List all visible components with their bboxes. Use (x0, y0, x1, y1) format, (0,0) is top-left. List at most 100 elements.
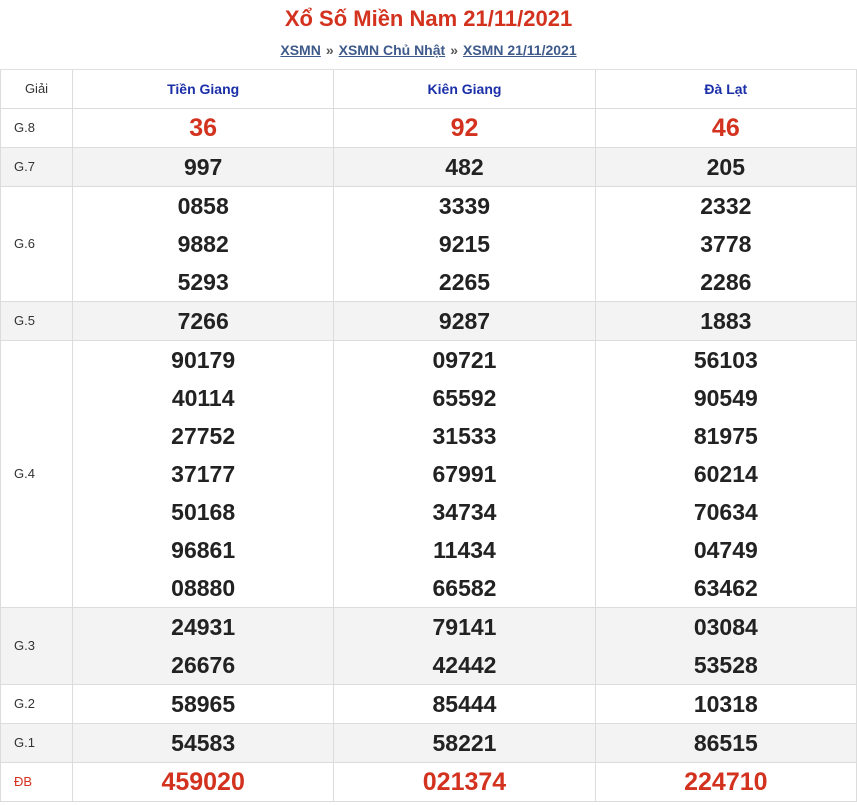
prize-number: 27752 (171, 422, 236, 449)
special-prize-number: 459020 (161, 767, 245, 796)
prize-number: 11434 (433, 536, 496, 563)
prize-number: 46 (711, 113, 740, 142)
prize-label: ĐB (0, 761, 73, 802)
prize-number: 34734 (432, 498, 497, 525)
prize-number: 2265 (438, 268, 491, 295)
prize-number: 66582 (432, 574, 497, 601)
special-prize-number: 021374 (422, 767, 507, 796)
breadcrumb-link-xsmn[interactable]: XSMN (280, 42, 320, 58)
result-cell: 56103 90549 81975 60214 70634 04749 63462 (594, 339, 857, 608)
prize-label: G.7 (0, 146, 73, 187)
breadcrumb: XSMN» XSMN Chủ Nhật» XSMN 21/11/2021 (0, 42, 857, 58)
prize-number: 5293 (177, 268, 229, 295)
prize-label: G.6 (0, 185, 73, 302)
province-header-da-lat[interactable]: Đà Lạt (594, 70, 857, 109)
prize-number: 79141 (432, 613, 497, 640)
prize-number: 09721 (432, 346, 497, 373)
result-cell: 482 (333, 146, 596, 187)
prize-number: 26676 (171, 651, 236, 678)
result-cell: 58221 (333, 722, 596, 763)
breadcrumb-separator: » (325, 42, 334, 58)
result-cell: 86515 (594, 722, 857, 763)
prize-number: 65592 (432, 384, 497, 411)
page-header: Xổ Số Miền Nam 21/11/2021 XSMN» XSMN Chủ … (0, 0, 857, 70)
prize-number: 9882 (177, 230, 229, 257)
prize-number: 997 (183, 153, 223, 180)
prize-number: 96861 (171, 536, 236, 563)
table-row: G.3 24931 26676 79141 42442 03084 53528 (0, 606, 857, 685)
prize-number: 86515 (693, 729, 758, 756)
table-row: G.7 997 482 205 (0, 146, 857, 187)
result-cell: 0858 9882 5293 (71, 185, 335, 302)
prize-number: 08880 (171, 574, 236, 601)
result-cell: 459020 (71, 761, 335, 802)
result-cell: 7266 (71, 300, 335, 341)
table-row: G.4 90179 40114 27752 37177 50168 96861 08880 09… (0, 339, 857, 608)
result-cell: 46 (594, 108, 857, 148)
result-cell: 997 (71, 146, 335, 187)
result-cell: 3339 9215 2265 (333, 185, 596, 302)
prize-number: 81975 (693, 422, 758, 449)
result-cell: 79141 42442 (333, 606, 596, 685)
prize-number: 03084 (693, 613, 758, 640)
prize-number: 63462 (693, 574, 758, 601)
prize-number: 90179 (171, 346, 236, 373)
result-cell: 92 (333, 108, 596, 148)
result-cell: 58965 (71, 683, 335, 724)
result-cell: 205 (594, 146, 857, 187)
prize-label: G.2 (0, 683, 73, 724)
table-row: G.1 54583 58221 86515 (0, 722, 857, 763)
result-cell: 36 (71, 108, 335, 148)
prize-number: 9287 (438, 307, 491, 334)
prize-number: 3339 (438, 192, 491, 219)
prize-number: 67991 (432, 460, 497, 487)
prize-number: 58965 (171, 690, 236, 717)
prize-number: 9215 (438, 230, 491, 257)
prize-number: 24931 (171, 613, 236, 640)
prize-column-header: Giải (0, 70, 73, 109)
province-header-kien-giang[interactable]: Kiên Giang (333, 70, 596, 109)
prize-number: 50168 (171, 498, 236, 525)
table-row: ĐB 459020 021374 224710 (0, 761, 857, 802)
table-row: G.6 0858 9882 5293 3339 9215 2265 2332 3778 2286 (0, 185, 857, 302)
special-prize-number: 224710 (684, 767, 768, 796)
result-cell: 09721 65592 31533 67991 34734 11434 66582 (333, 339, 596, 608)
prize-number: 2332 (700, 192, 752, 219)
prize-number: 92 (450, 113, 479, 142)
result-cell: 224710 (594, 761, 857, 802)
prize-number: 3778 (700, 230, 752, 257)
prize-number: 10318 (693, 690, 758, 717)
result-cell: 021374 (333, 761, 596, 802)
prize-number: 70634 (693, 498, 758, 525)
result-cell: 1883 (594, 300, 857, 341)
result-cell: 9287 (333, 300, 596, 341)
prize-number: 42442 (432, 651, 497, 678)
prize-number: 31533 (432, 422, 497, 449)
prize-number: 1883 (700, 307, 752, 334)
prize-number: 56103 (693, 346, 758, 373)
table-row: G.2 58965 85444 10318 (0, 683, 857, 724)
prize-number: 53528 (693, 651, 758, 678)
breadcrumb-link-xsmn-date[interactable]: XSMN 21/11/2021 (463, 42, 577, 58)
prize-number: 60214 (693, 460, 758, 487)
results-body: G.8 36 92 46 G.7 997 482 205 G.6 0858 9882 5293 3339… (0, 108, 857, 802)
result-cell: 2332 3778 2286 (594, 185, 857, 302)
prize-number: 482 (445, 153, 484, 180)
results-table: Giải Tiền Giang Kiên Giang Đà Lạt G.8 36 9… (0, 70, 857, 802)
breadcrumb-link-xsmn-chu-nhat[interactable]: XSMN Chủ Nhật (339, 42, 446, 58)
table-row: G.8 36 92 46 (0, 108, 857, 148)
prize-number: 0858 (177, 192, 229, 219)
table-header-row: Giải Tiền Giang Kiên Giang Đà Lạt (0, 70, 857, 109)
prize-number: 2286 (700, 268, 752, 295)
prize-label: G.5 (0, 300, 73, 341)
prize-number: 90549 (693, 384, 758, 411)
province-header-tien-giang[interactable]: Tiền Giang (71, 70, 335, 109)
prize-label: G.8 (0, 108, 73, 148)
result-cell: 03084 53528 (594, 606, 857, 685)
prize-number: 54583 (171, 729, 236, 756)
prize-number: 40114 (171, 384, 235, 411)
prize-label: G.4 (0, 339, 73, 608)
prize-label: G.3 (0, 606, 73, 685)
result-cell: 24931 26676 (71, 606, 335, 685)
result-cell: 85444 (333, 683, 596, 724)
